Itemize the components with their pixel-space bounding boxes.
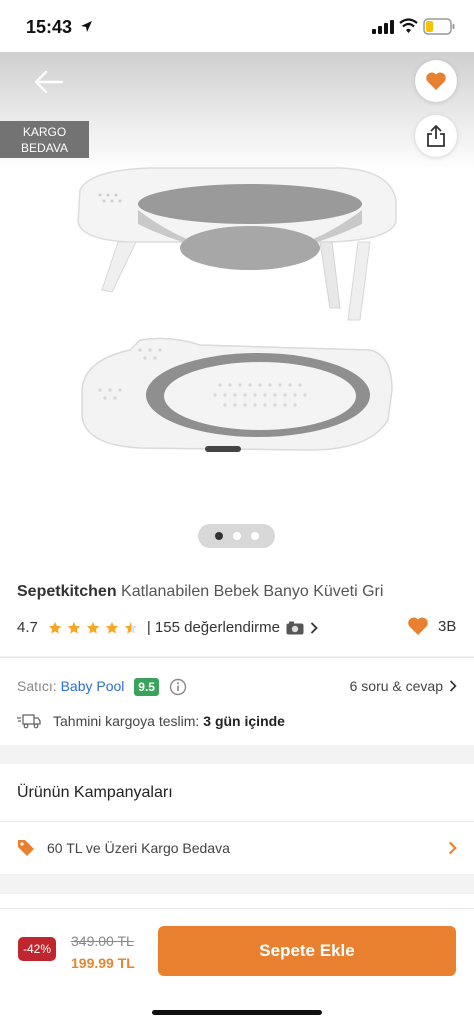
battery-icon bbox=[423, 18, 455, 35]
rating-row: 4.7 | 155 değerlendirme bbox=[17, 619, 318, 636]
chevron-right-icon bbox=[310, 621, 318, 634]
chevron-right-icon bbox=[449, 680, 457, 692]
campaigns-section: Ürünün Kampanyaları 60 TL ve Üzeri Kargo… bbox=[0, 764, 474, 874]
seller-row: Satıcı: Baby Pool 9.5 bbox=[17, 678, 187, 696]
delivery-estimate: Tahmini kargoya teslim: 3 gün içinde bbox=[17, 713, 285, 729]
truck-icon bbox=[17, 714, 41, 729]
star-icon bbox=[67, 621, 80, 634]
rating-value: 4.7 bbox=[17, 619, 38, 636]
share-button[interactable] bbox=[415, 115, 457, 157]
half-star-icon bbox=[124, 621, 137, 634]
campaigns-title: Ürünün Kampanyaları bbox=[17, 784, 173, 801]
product-photo bbox=[77, 167, 397, 452]
campaign-item[interactable]: 60 TL ve Üzeri Kargo Bedava bbox=[17, 839, 457, 857]
carousel-dot[interactable] bbox=[250, 532, 259, 540]
product-brand[interactable]: Sepetkitchen bbox=[17, 583, 117, 600]
carousel-pagination[interactable] bbox=[198, 524, 275, 548]
add-to-cart-button[interactable]: Sepete Ekle bbox=[158, 926, 456, 976]
favorite-button[interactable] bbox=[415, 60, 457, 102]
tag-icon bbox=[18, 840, 34, 856]
discount-badge: -42% bbox=[18, 937, 57, 961]
cargo-badge-line1: KARGO bbox=[22, 125, 67, 139]
product-name: Katlanabilen Bebek Banyo Küveti Gri bbox=[121, 583, 384, 600]
heart-icon bbox=[426, 72, 446, 90]
chevron-right-icon bbox=[448, 841, 457, 855]
star-icon bbox=[86, 621, 99, 634]
camera-icon bbox=[286, 621, 304, 634]
seller-name-link[interactable]: Baby Pool bbox=[61, 678, 125, 694]
questions-answers-link[interactable]: 6 soru & cevap bbox=[350, 678, 457, 694]
product-title: Sepetkitchen Katlanabilen Bebek Banyo Kü… bbox=[17, 583, 383, 601]
home-indicator bbox=[152, 1010, 322, 1015]
old-price: 349.00 TL bbox=[71, 933, 134, 949]
checkout-bar: -42% 349.00 TL 199.99 TL Sepete Ekle bbox=[0, 908, 474, 1024]
status-bar: 15:43 bbox=[0, 0, 474, 52]
free-shipping-badge: KARGO BEDAVA bbox=[0, 121, 89, 158]
reviews-count: | 155 değerlendirme bbox=[146, 619, 281, 636]
heart-icon bbox=[408, 617, 428, 635]
delivery-label: Tahmini kargoya teslim: bbox=[53, 713, 200, 729]
cargo-badge-line2: BEDAVA bbox=[21, 141, 68, 155]
carousel-dot[interactable] bbox=[232, 532, 241, 540]
status-time: 15:43 bbox=[26, 17, 73, 37]
seller-score-badge: 9.5 bbox=[134, 678, 159, 696]
qa-label: 6 soru & cevap bbox=[349, 678, 443, 694]
info-icon[interactable] bbox=[169, 678, 187, 696]
favorite-count[interactable]: 3B bbox=[406, 616, 456, 636]
campaign-label: 60 TL ve Üzeri Kargo Bedava bbox=[47, 840, 230, 856]
new-price: 199.99 TL bbox=[71, 955, 135, 971]
delivery-value: 3 gün içinde bbox=[203, 713, 285, 729]
share-icon bbox=[427, 125, 445, 147]
divider bbox=[0, 821, 474, 822]
star-icon bbox=[48, 621, 61, 634]
signal-icon bbox=[372, 20, 394, 34]
section-spacer bbox=[0, 894, 474, 908]
wifi-icon bbox=[399, 18, 418, 33]
carousel-dot[interactable] bbox=[214, 532, 223, 540]
seller-section: Satıcı: Baby Pool 9.5 6 soru & cevap Tah… bbox=[0, 657, 474, 745]
location-arrow-icon bbox=[81, 21, 92, 32]
product-info: Sepetkitchen Katlanabilen Bebek Banyo Kü… bbox=[0, 562, 474, 656]
back-arrow-icon[interactable] bbox=[30, 68, 66, 96]
star-icon bbox=[105, 621, 118, 634]
seller-label: Satıcı: bbox=[17, 678, 57, 694]
reviews-link[interactable]: | 155 değerlendirme bbox=[147, 619, 318, 636]
favorite-count-value: 3B bbox=[438, 617, 457, 635]
